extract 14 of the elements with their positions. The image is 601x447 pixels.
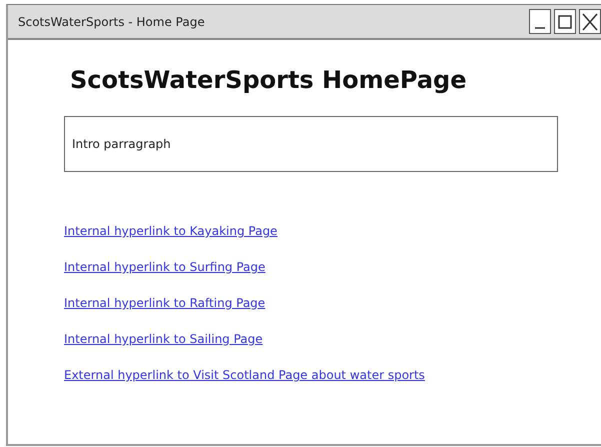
hyperlink[interactable]: Internal hyperlink to Kayaking Page	[64, 224, 278, 238]
maximize-icon	[558, 14, 572, 28]
intro-text: Intro parragraph	[72, 137, 171, 151]
window-title: ScotsWaterSports - Home Page	[18, 14, 205, 28]
hyperlink[interactable]: Internal hyperlink to Sailing Page	[64, 332, 263, 346]
hyperlink[interactable]: Internal hyperlink to Rafting Page	[64, 296, 266, 310]
minimize-icon	[535, 26, 545, 28]
minimize-button[interactable]	[529, 9, 551, 34]
close-icon	[582, 12, 598, 30]
close-button[interactable]	[579, 9, 601, 34]
hyperlink[interactable]: External hyperlink to Visit Scotland Page about water sports	[64, 368, 425, 382]
maximize-button[interactable]	[554, 9, 576, 34]
hyperlink[interactable]: Internal hyperlink to Surfing Page	[64, 260, 266, 274]
page-heading: ScotsWaterSports HomePage	[70, 66, 468, 94]
